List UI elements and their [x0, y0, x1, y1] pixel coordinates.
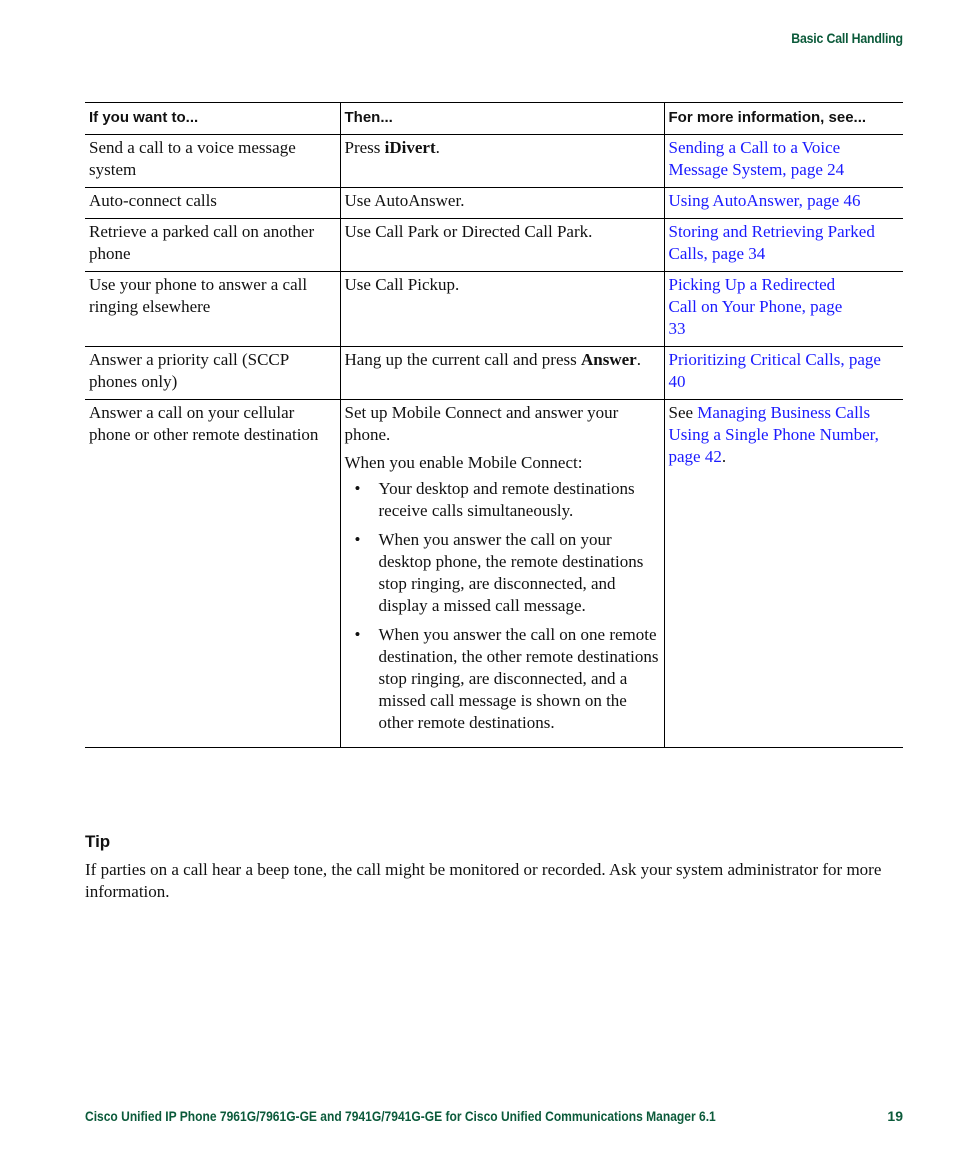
then-text: Hang up the current call and press: [344, 350, 581, 369]
see-cell: See Managing Business Calls Using a Sing…: [663, 399, 903, 748]
xref-link[interactable]: Sending a Call to a Voice Message System…: [669, 138, 845, 179]
bullet-item: Your desktop and remote destinations rec…: [345, 478, 660, 522]
running-header: Basic Call Handling: [791, 30, 903, 46]
xref-link[interactable]: Managing Business Calls Using a Single P…: [669, 403, 879, 466]
then-cell: Use Call Pickup.: [339, 271, 664, 347]
want-cell: Send a call to a voice message system: [85, 134, 340, 188]
xref-link[interactable]: Storing and Retrieving Parked Calls, pag…: [669, 222, 875, 263]
page-number: 19: [887, 1108, 903, 1124]
table-row: Auto-connect calls Use AutoAnswer. Using…: [85, 187, 903, 219]
table-row: Answer a call on your cellular phone or …: [85, 399, 903, 748]
running-footer: Cisco Unified IP Phone 7961G/7961G-GE an…: [85, 1108, 903, 1124]
table-row: Answer a priority call (SCCP phones only…: [85, 346, 903, 400]
table-row: Send a call to a voice message system Pr…: [85, 134, 903, 188]
want-cell: Retrieve a parked call on another phone: [85, 218, 340, 272]
xref-link[interactable]: Prioritizing Critical Calls, page 40: [669, 350, 881, 391]
see-prefix: See: [668, 403, 698, 422]
then-intro: When you enable Mobile Connect:: [344, 453, 583, 472]
then-cell: Set up Mobile Connect and answer your ph…: [339, 399, 664, 748]
then-cell: Use Call Park or Directed Call Park.: [339, 218, 664, 272]
then-text: Press: [344, 138, 385, 157]
softkey-label: iDivert: [384, 138, 436, 157]
want-cell: Answer a call on your cellular phone or …: [85, 399, 340, 748]
bullet-list: Your desktop and remote destinations rec…: [345, 478, 660, 734]
see-suffix: .: [721, 447, 727, 466]
then-text: .: [435, 138, 440, 157]
table-header-row: If you want to... Then... For more infor…: [85, 102, 903, 135]
footer-title: Cisco Unified IP Phone 7961G/7961G-GE an…: [85, 1108, 716, 1124]
column-header: If you want to...: [85, 102, 340, 135]
see-cell: Storing and Retrieving Parked Calls, pag…: [663, 218, 903, 272]
table-row: Retrieve a parked call on another phone …: [85, 218, 903, 272]
table-row: Use your phone to answer a call ringing …: [85, 271, 903, 347]
tip-text: If parties on a call hear a beep tone, t…: [85, 860, 882, 901]
then-cell: Hang up the current call and press Answe…: [339, 346, 664, 400]
xref-link[interactable]: Using AutoAnswer, page 46: [669, 191, 861, 210]
want-cell: Use your phone to answer a call ringing …: [85, 271, 340, 347]
softkey-label: Answer: [581, 350, 637, 369]
want-cell: Answer a priority call (SCCP phones only…: [85, 346, 340, 400]
bullet-item: When you answer the call on one remote d…: [345, 624, 660, 734]
xref-link[interactable]: Picking Up a Redirected Call on Your Pho…: [669, 274, 849, 340]
then-text: .: [636, 350, 641, 369]
then-cell: Use AutoAnswer.: [339, 187, 664, 219]
want-cell: Auto-connect calls: [85, 187, 340, 219]
see-cell: Using AutoAnswer, page 46: [663, 187, 903, 219]
tip-heading: Tip: [85, 832, 111, 851]
column-header: For more information, see...: [663, 102, 903, 135]
bullet-item: When you answer the call on your desktop…: [345, 529, 660, 617]
call-handling-table: If you want to... Then... For more infor…: [85, 102, 903, 748]
see-cell: Prioritizing Critical Calls, page 40: [663, 346, 903, 400]
column-header: Then...: [339, 102, 664, 135]
see-cell: Sending a Call to a Voice Message System…: [663, 134, 903, 188]
then-cell: Press iDivert.: [339, 134, 664, 188]
see-cell: Picking Up a Redirected Call on Your Pho…: [663, 271, 903, 347]
then-text: Set up Mobile Connect and answer your ph…: [344, 403, 619, 444]
